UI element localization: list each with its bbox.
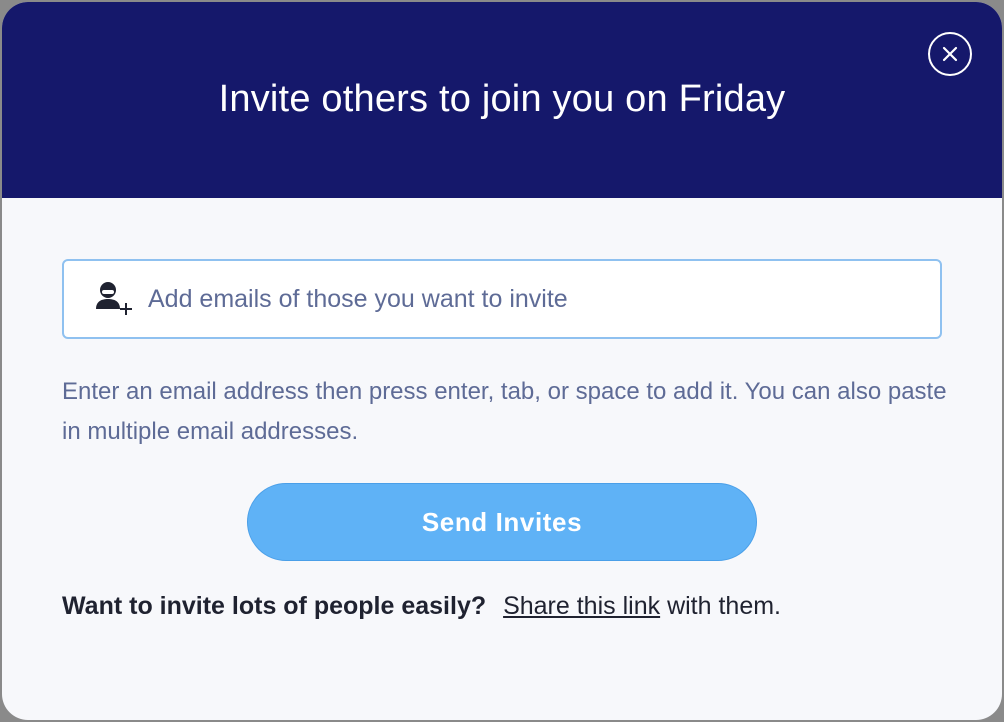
close-button[interactable] (928, 32, 972, 76)
modal-header: Invite others to join you on Friday (2, 2, 1002, 198)
send-invites-button[interactable]: Send Invites (247, 483, 757, 561)
email-invite-field[interactable] (62, 259, 942, 339)
invite-modal: Invite others to join you on Friday Ente… (2, 2, 1002, 720)
modal-title: Invite others to join you on Friday (218, 78, 786, 120)
share-suffix: with them. (667, 592, 781, 620)
helper-text: Enter an email address then press enter,… (62, 378, 947, 445)
close-icon (942, 46, 958, 62)
user-add-icon (94, 279, 134, 319)
share-question: Want to invite lots of people easily? (62, 592, 487, 620)
share-link-row: Want to invite lots of people easily? Sh… (62, 592, 781, 621)
email-input[interactable] (146, 278, 940, 320)
share-link[interactable]: Share this link (503, 592, 660, 620)
